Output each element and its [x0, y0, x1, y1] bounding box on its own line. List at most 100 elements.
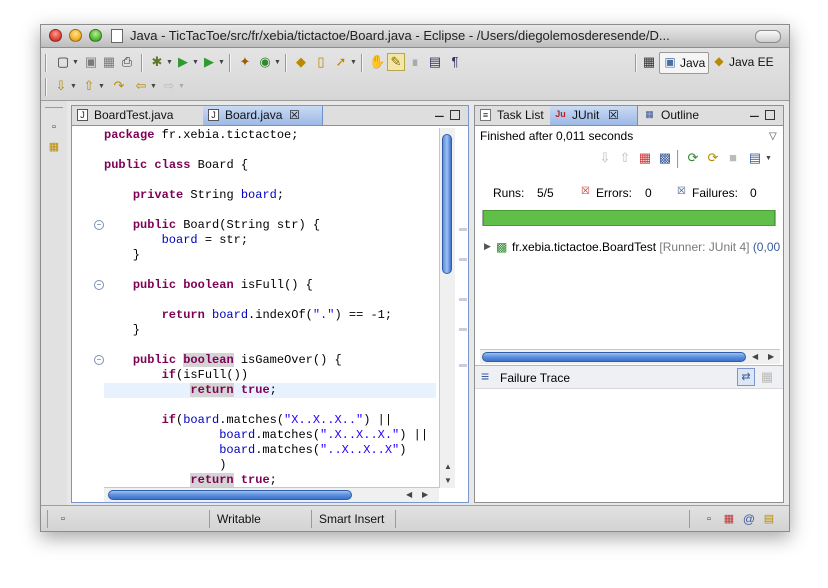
minimize-window-button[interactable] — [69, 29, 82, 42]
tab-task-list[interactable]: ≡ Task List — [475, 106, 549, 125]
back-icon[interactable]: ⇦ — [133, 78, 149, 94]
forward-icon[interactable]: ⇨ — [161, 78, 177, 94]
chevron-down-icon[interactable]: ▼ — [166, 59, 173, 66]
print-icon[interactable]: ⎙ — [119, 54, 135, 70]
previous-failure-icon[interactable]: ⇧ — [617, 150, 633, 166]
overview-mark[interactable] — [459, 298, 467, 301]
last-edit-icon[interactable]: ↷ — [111, 78, 127, 94]
chevron-down-icon[interactable]: ▼ — [192, 59, 199, 66]
open-task-icon[interactable]: ▯ — [313, 54, 329, 70]
code-line[interactable]: board.matches(".X..X..X.") || — [104, 428, 428, 443]
save-icon[interactable]: ▣ — [83, 54, 99, 70]
chevron-down-icon[interactable]: ▼ — [350, 59, 357, 66]
perspective-java[interactable]: ▣ Java — [659, 52, 710, 74]
stop-icon[interactable]: ■ — [725, 150, 741, 166]
highlight-icon[interactable]: ✎ — [387, 53, 405, 71]
maximize-view-icon[interactable] — [450, 110, 460, 120]
scroll-down-icon[interactable]: ▼ — [444, 476, 452, 486]
code-line[interactable]: public boolean isGameOver() { — [104, 353, 342, 368]
toolbar-toggle-button[interactable] — [755, 30, 781, 43]
history-icon[interactable]: ▤ — [747, 150, 763, 166]
code-line[interactable]: public Board(String str) { — [104, 218, 320, 233]
code-line[interactable]: package fr.xebia.tictactoe; — [104, 128, 298, 143]
chevron-down-icon[interactable]: ▼ — [765, 155, 772, 162]
fold-toggle-icon[interactable]: − — [94, 280, 104, 290]
code-line[interactable]: private String board; — [104, 188, 284, 203]
close-icon[interactable]: ☒ — [608, 106, 619, 125]
scroll-lock-icon[interactable]: ▩ — [657, 150, 673, 166]
chevron-down-icon[interactable]: ▼ — [98, 83, 105, 90]
show-failures-only-icon[interactable]: ▦ — [637, 150, 653, 166]
code-line[interactable]: if(board.matches("X..X..X..") || — [104, 413, 392, 428]
code-editor[interactable]: package fr.xebia.tictactoe; public class … — [104, 128, 436, 492]
scrollbar-thumb[interactable] — [482, 352, 746, 362]
tree-item-suite[interactable]: fr.xebia.tictactoe.BoardTest [Runner: JU… — [512, 240, 780, 254]
new-java-project-icon[interactable]: ✦ — [237, 54, 253, 70]
filter-stack-trace-icon[interactable]: ⇄ — [737, 368, 755, 386]
tab-board-java[interactable]: J Board.java ☒ — [203, 106, 323, 125]
close-icon[interactable]: ☒ — [289, 106, 300, 125]
overview-ruler[interactable] — [456, 128, 468, 484]
scroll-left-icon[interactable]: ◀ — [406, 490, 412, 500]
show-source-icon[interactable]: ▤ — [427, 54, 443, 70]
package-explorer-icon[interactable]: ▦ — [46, 139, 62, 155]
open-perspective-icon[interactable]: ▦ — [641, 54, 657, 70]
declaration-icon[interactable]: ▤ — [761, 511, 777, 527]
maximize-view-icon[interactable] — [765, 110, 775, 120]
minimize-view-icon[interactable]: ⚊ — [434, 107, 445, 119]
chevron-down-icon[interactable]: ▼ — [218, 59, 225, 66]
rerun-test-icon[interactable]: ⟳ — [685, 150, 701, 166]
scrollbar-thumb[interactable] — [442, 134, 452, 274]
perspective-java-ee[interactable]: ◆ Java EE — [709, 52, 777, 72]
fast-view-icon[interactable]: ▫ — [55, 511, 71, 527]
tree-horizontal-scrollbar[interactable]: ◀ ▶ — [480, 349, 780, 364]
code-line[interactable]: if(isFull()) — [104, 368, 248, 383]
code-line[interactable]: ) — [104, 458, 226, 473]
pilcrow-icon[interactable]: ¶ — [447, 54, 463, 70]
editor-horizontal-scrollbar[interactable]: ◀ ▶ — [104, 487, 439, 502]
code-line[interactable]: board.matches("..X..X..X") — [104, 443, 406, 458]
code-line[interactable]: } — [104, 323, 140, 338]
search-icon[interactable]: ➚ — [333, 54, 349, 70]
chevron-down-icon[interactable]: ▼ — [178, 83, 185, 90]
problems-icon[interactable]: ▦ — [721, 511, 737, 527]
restore-icon[interactable]: ▫ — [701, 511, 717, 527]
tab-outline[interactable]: ▦ Outline — [639, 106, 713, 125]
chevron-down-icon[interactable]: ▼ — [274, 59, 281, 66]
fold-toggle-icon[interactable]: − — [94, 220, 104, 230]
save-all-icon[interactable]: ▦ — [101, 54, 117, 70]
show-whitespace-icon[interactable]: ∎ — [407, 54, 423, 70]
scroll-left-icon[interactable]: ◀ — [752, 352, 758, 362]
code-line[interactable]: board = str; — [104, 233, 248, 248]
title-bar[interactable]: Java - TicTacToe/src/fr/xebia/tictactoe/… — [41, 25, 789, 48]
minimize-view-icon[interactable]: ⚊ — [749, 107, 760, 119]
scroll-up-icon[interactable]: ▲ — [444, 462, 452, 472]
zoom-window-button[interactable] — [89, 29, 102, 42]
scroll-right-icon[interactable]: ▶ — [768, 352, 774, 362]
overview-mark[interactable] — [459, 364, 467, 367]
close-window-button[interactable] — [49, 29, 62, 42]
code-line[interactable]: return true; — [104, 383, 277, 398]
chevron-down-icon[interactable]: ▼ — [72, 59, 79, 66]
code-line[interactable]: public boolean isFull() { — [104, 278, 313, 293]
overview-mark[interactable] — [459, 328, 467, 331]
open-type-icon[interactable]: ◆ — [293, 54, 309, 70]
debug-icon[interactable]: ✱ — [149, 54, 165, 70]
code-line[interactable]: return true; — [104, 473, 277, 488]
code-line[interactable]: public class Board { — [104, 158, 248, 173]
restore-icon[interactable]: ▫ — [46, 119, 62, 135]
next-failure-icon[interactable]: ⇩ — [597, 150, 613, 166]
javadoc-icon[interactable]: @ — [741, 511, 757, 527]
rerun-failed-first-icon[interactable]: ⟳ — [705, 150, 721, 166]
code-line[interactable]: } — [104, 248, 140, 263]
tab-junit[interactable]: Ju JUnit ☒ — [550, 106, 638, 125]
scrollbar-thumb[interactable] — [108, 490, 352, 500]
overview-mark[interactable] — [459, 228, 467, 231]
scroll-right-icon[interactable]: ▶ — [422, 490, 428, 500]
new-icon[interactable]: ▢ — [55, 54, 71, 70]
overview-mark[interactable] — [459, 258, 467, 261]
run-icon[interactable]: ▶ — [175, 54, 191, 70]
previous-annotation-icon[interactable]: ⇧ — [81, 78, 97, 94]
editor-vertical-scrollbar[interactable]: ▲ ▼ — [439, 128, 455, 488]
next-annotation-icon[interactable]: ⇩ — [53, 78, 69, 94]
